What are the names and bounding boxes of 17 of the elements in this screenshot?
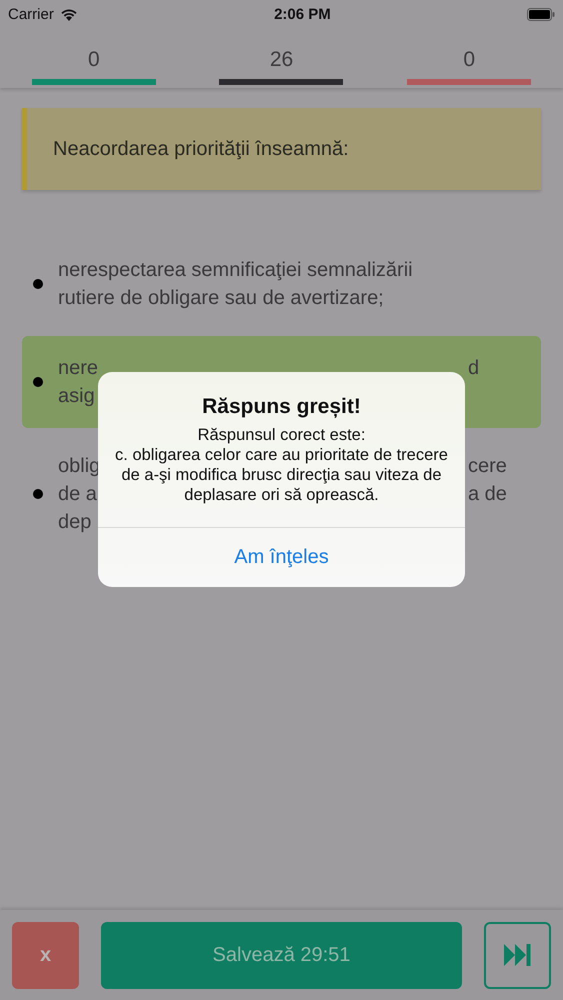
answer-text: nerespectarea semnificaţiei semnalizării [58, 258, 413, 283]
answer-text: a de [468, 482, 508, 507]
clock: 2:06 PM [274, 6, 331, 22]
alert-title: Răspuns greșit! [202, 395, 361, 419]
score-count: 0 [88, 48, 100, 72]
answer-text: dep [58, 510, 92, 535]
score-count: 26 [270, 48, 294, 72]
alert-message: Răspunsul corect este: c. obligarea celor care au prioritate de trecere de a-şi modifica brusc direcţia sau viteza de deplasare ori să oprească. [114, 425, 449, 505]
answer-text: d [468, 356, 480, 381]
question-text: Neacordarea priorităţii înseamnă: [53, 138, 349, 160]
score-count: 0 [463, 48, 475, 72]
answer-text: cere [468, 454, 508, 479]
answer-text: rutiere de obligare sau de avertizare; [58, 286, 384, 311]
carrier-label: Carrier [8, 6, 54, 22]
answer-text: asig [58, 384, 95, 409]
answer-text: nere [58, 356, 98, 381]
answer-text: de a [58, 482, 97, 507]
